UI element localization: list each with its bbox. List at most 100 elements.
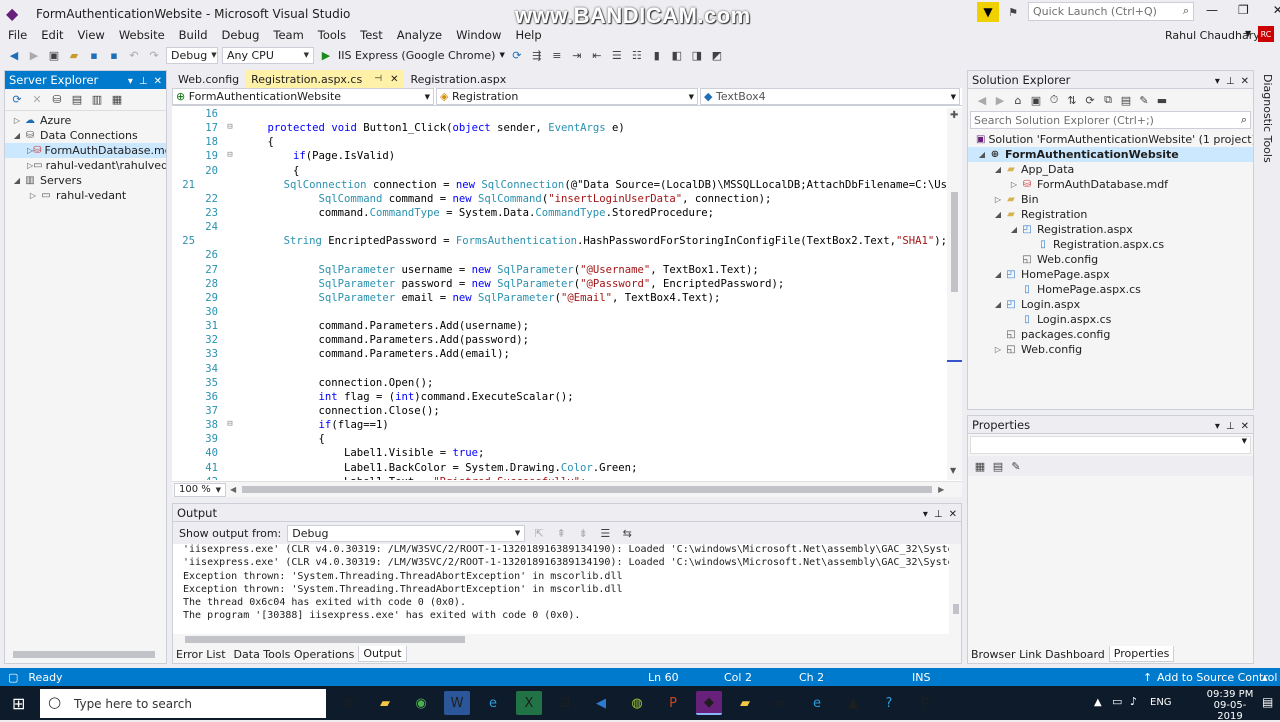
- people-icon[interactable]: ⚲: [912, 691, 938, 715]
- forward-icon[interactable]: ▶: [26, 47, 42, 63]
- chevron-up-icon[interactable]: ▲: [1094, 697, 1102, 708]
- bookmark-icon[interactable]: ▮: [649, 47, 665, 63]
- expander-icon[interactable]: ▷: [27, 191, 39, 200]
- collapse-icon[interactable]: ⊟: [218, 419, 242, 433]
- stop-icon[interactable]: ✕: [29, 92, 45, 108]
- output-text[interactable]: 'iisexpress.exe' (CLR v4.0.30319: /LM/W3…: [173, 544, 949, 634]
- close-icon[interactable]: ✕: [949, 509, 957, 520]
- solution-tree-item[interactable]: ▣ Solution 'FormAuthenticationWebsite' (1…: [968, 132, 1253, 147]
- categorized-icon[interactable]: ▦: [972, 458, 988, 474]
- refresh-icon[interactable]: ⟳: [509, 47, 525, 63]
- server-tree-item[interactable]: ◢ ▥ Servers: [5, 173, 166, 188]
- uncomment-icon[interactable]: ☷: [629, 47, 645, 63]
- add-to-source-control[interactable]: Add to Source Control: [1157, 671, 1277, 684]
- menu-website[interactable]: Website: [119, 28, 165, 42]
- language-indicator[interactable]: ENG: [1150, 697, 1172, 708]
- server-tree-item[interactable]: ◢ ⛁ Data Connections: [5, 128, 166, 143]
- dropdown-icon[interactable]: ▾: [1215, 421, 1220, 432]
- dropdown-icon[interactable]: ▾: [1215, 76, 1220, 87]
- help-icon[interactable]: ?: [876, 691, 902, 715]
- code-line[interactable]: 39 {: [172, 433, 947, 447]
- edge-icon[interactable]: e: [480, 691, 506, 715]
- code-line[interactable]: 19 ⊟ if(Page.IsValid): [172, 150, 947, 164]
- notification-icon[interactable]: ⚑: [1005, 4, 1021, 20]
- indent-icon[interactable]: ⇥: [569, 47, 585, 63]
- expander-icon[interactable]: ◢: [992, 270, 1004, 279]
- visual-studio-taskbar-icon[interactable]: ◆: [696, 691, 722, 715]
- output-source-select[interactable]: Debug ▼: [287, 524, 526, 542]
- solution-tree-item[interactable]: ◢ ◰ HomePage.aspx: [968, 267, 1253, 282]
- code-line[interactable]: 24: [172, 221, 947, 235]
- pin-icon[interactable]: ⊥: [139, 76, 148, 87]
- expander-icon[interactable]: ▷: [992, 195, 1004, 204]
- solution-tree-item[interactable]: ▯ Login.aspx.cs: [968, 312, 1253, 327]
- code-line[interactable]: 42 Label1.Text = "Rgistred Successfully"…: [172, 476, 947, 480]
- pin-icon[interactable]: ⊥: [1226, 76, 1235, 87]
- solution-tree-item[interactable]: ▯ Registration.aspx.cs: [968, 237, 1253, 252]
- preview-icon[interactable]: ▬: [1154, 92, 1170, 108]
- menu-tools[interactable]: Tools: [318, 28, 346, 42]
- network-icon[interactable]: ▭: [1112, 695, 1122, 708]
- solution-tree-item[interactable]: ◢ ⊕ FormAuthenticationWebsite: [968, 147, 1253, 162]
- property-pages-icon[interactable]: ✎: [1008, 458, 1024, 474]
- code-line[interactable]: 26: [172, 249, 947, 263]
- vscode-icon[interactable]: ◀: [588, 691, 614, 715]
- document-tab[interactable]: Web.config: [172, 70, 245, 88]
- code-line[interactable]: 17 ⊟ protected void Button1_Click(object …: [172, 122, 947, 136]
- chevron-down-icon[interactable]: ▼: [499, 51, 504, 59]
- code-line[interactable]: 41 Label1.BackColor = System.Drawing.Col…: [172, 462, 947, 476]
- zoom-select[interactable]: 100 % ▼: [174, 482, 226, 497]
- expander-icon[interactable]: ◢: [992, 210, 1004, 219]
- code-line[interactable]: 36 int flag = (int)command.ExecuteScalar…: [172, 391, 947, 405]
- expander-icon[interactable]: ◢: [11, 176, 23, 185]
- expander-icon[interactable]: ◢: [1008, 225, 1020, 234]
- bottom-tab[interactable]: Error List: [172, 646, 230, 662]
- expander-icon[interactable]: ▷: [1008, 180, 1020, 189]
- code-line[interactable]: 25 String EncriptedPassword = FormsAuthe…: [172, 235, 947, 249]
- notifications-icon[interactable]: ▤: [1262, 695, 1273, 709]
- object-select[interactable]: ▼: [970, 436, 1251, 454]
- browser-link-icon[interactable]: ⇶: [529, 47, 545, 63]
- code-line[interactable]: 16: [172, 108, 947, 122]
- minimize-icon[interactable]: —: [1206, 3, 1218, 17]
- solution-tree-item[interactable]: ◢ ◰ Login.aspx: [968, 297, 1253, 312]
- home-icon[interactable]: ⌂: [1010, 92, 1026, 108]
- code-line[interactable]: 21 SqlConnection connection = new SqlCon…: [172, 179, 947, 193]
- save-icon[interactable]: ▪: [86, 47, 102, 63]
- prev-message-icon[interactable]: ⇞: [553, 525, 569, 541]
- dropdown-icon[interactable]: ▾: [128, 76, 133, 87]
- menu-window[interactable]: Window: [456, 28, 501, 42]
- menu-test[interactable]: Test: [360, 28, 383, 42]
- solution-tree-item[interactable]: ◱ packages.config: [968, 327, 1253, 342]
- word-icon[interactable]: W: [444, 691, 470, 715]
- expander-icon[interactable]: ▷: [11, 116, 23, 125]
- menu-view[interactable]: View: [78, 28, 105, 42]
- server-tree-item[interactable]: ▷ ⛁ FormAuthDatabase.mdf: [5, 143, 166, 158]
- pin-icon[interactable]: ⊥: [934, 509, 943, 520]
- collapse-icon[interactable]: ⊟: [218, 150, 242, 164]
- code-line[interactable]: 23 command.CommandType = System.Data.Com…: [172, 207, 947, 221]
- menu-analyze[interactable]: Analyze: [397, 28, 442, 42]
- code-line[interactable]: 37 connection.Close();: [172, 405, 947, 419]
- word-wrap-icon[interactable]: ⇆: [619, 525, 635, 541]
- menu-team[interactable]: Team: [273, 28, 303, 42]
- pin-icon[interactable]: ⊣: [374, 74, 382, 84]
- windows-start-icon[interactable]: ⊞: [12, 694, 25, 713]
- solution-tree-item[interactable]: ◱ Web.config: [968, 252, 1253, 267]
- solution-tree-item[interactable]: ▷ ◱ Web.config: [968, 342, 1253, 357]
- code-line[interactable]: 28 SqlParameter password = new SqlParame…: [172, 278, 947, 292]
- expander-icon[interactable]: ◢: [976, 150, 988, 159]
- scrollbar-thumb[interactable]: [953, 604, 959, 614]
- avatar[interactable]: RC: [1258, 26, 1274, 42]
- solution-tree-item[interactable]: ▷ ▰ Bin: [968, 192, 1253, 207]
- close-icon[interactable]: ✕: [390, 74, 398, 85]
- document-tab[interactable]: Registration.aspx.cs ⊣ ✕: [245, 70, 405, 88]
- collapse-all-icon[interactable]: ⧉: [1100, 92, 1116, 108]
- clear-all-icon[interactable]: ☰: [597, 525, 613, 541]
- code-line[interactable]: 35 connection.Open();: [172, 377, 947, 391]
- menu-edit[interactable]: Edit: [41, 28, 63, 42]
- alphabetical-icon[interactable]: ▤: [990, 458, 1006, 474]
- comment-icon[interactable]: ☰: [609, 47, 625, 63]
- redo-icon[interactable]: ↷: [146, 47, 162, 63]
- code-line[interactable]: 27 SqlParameter username = new SqlParame…: [172, 264, 947, 278]
